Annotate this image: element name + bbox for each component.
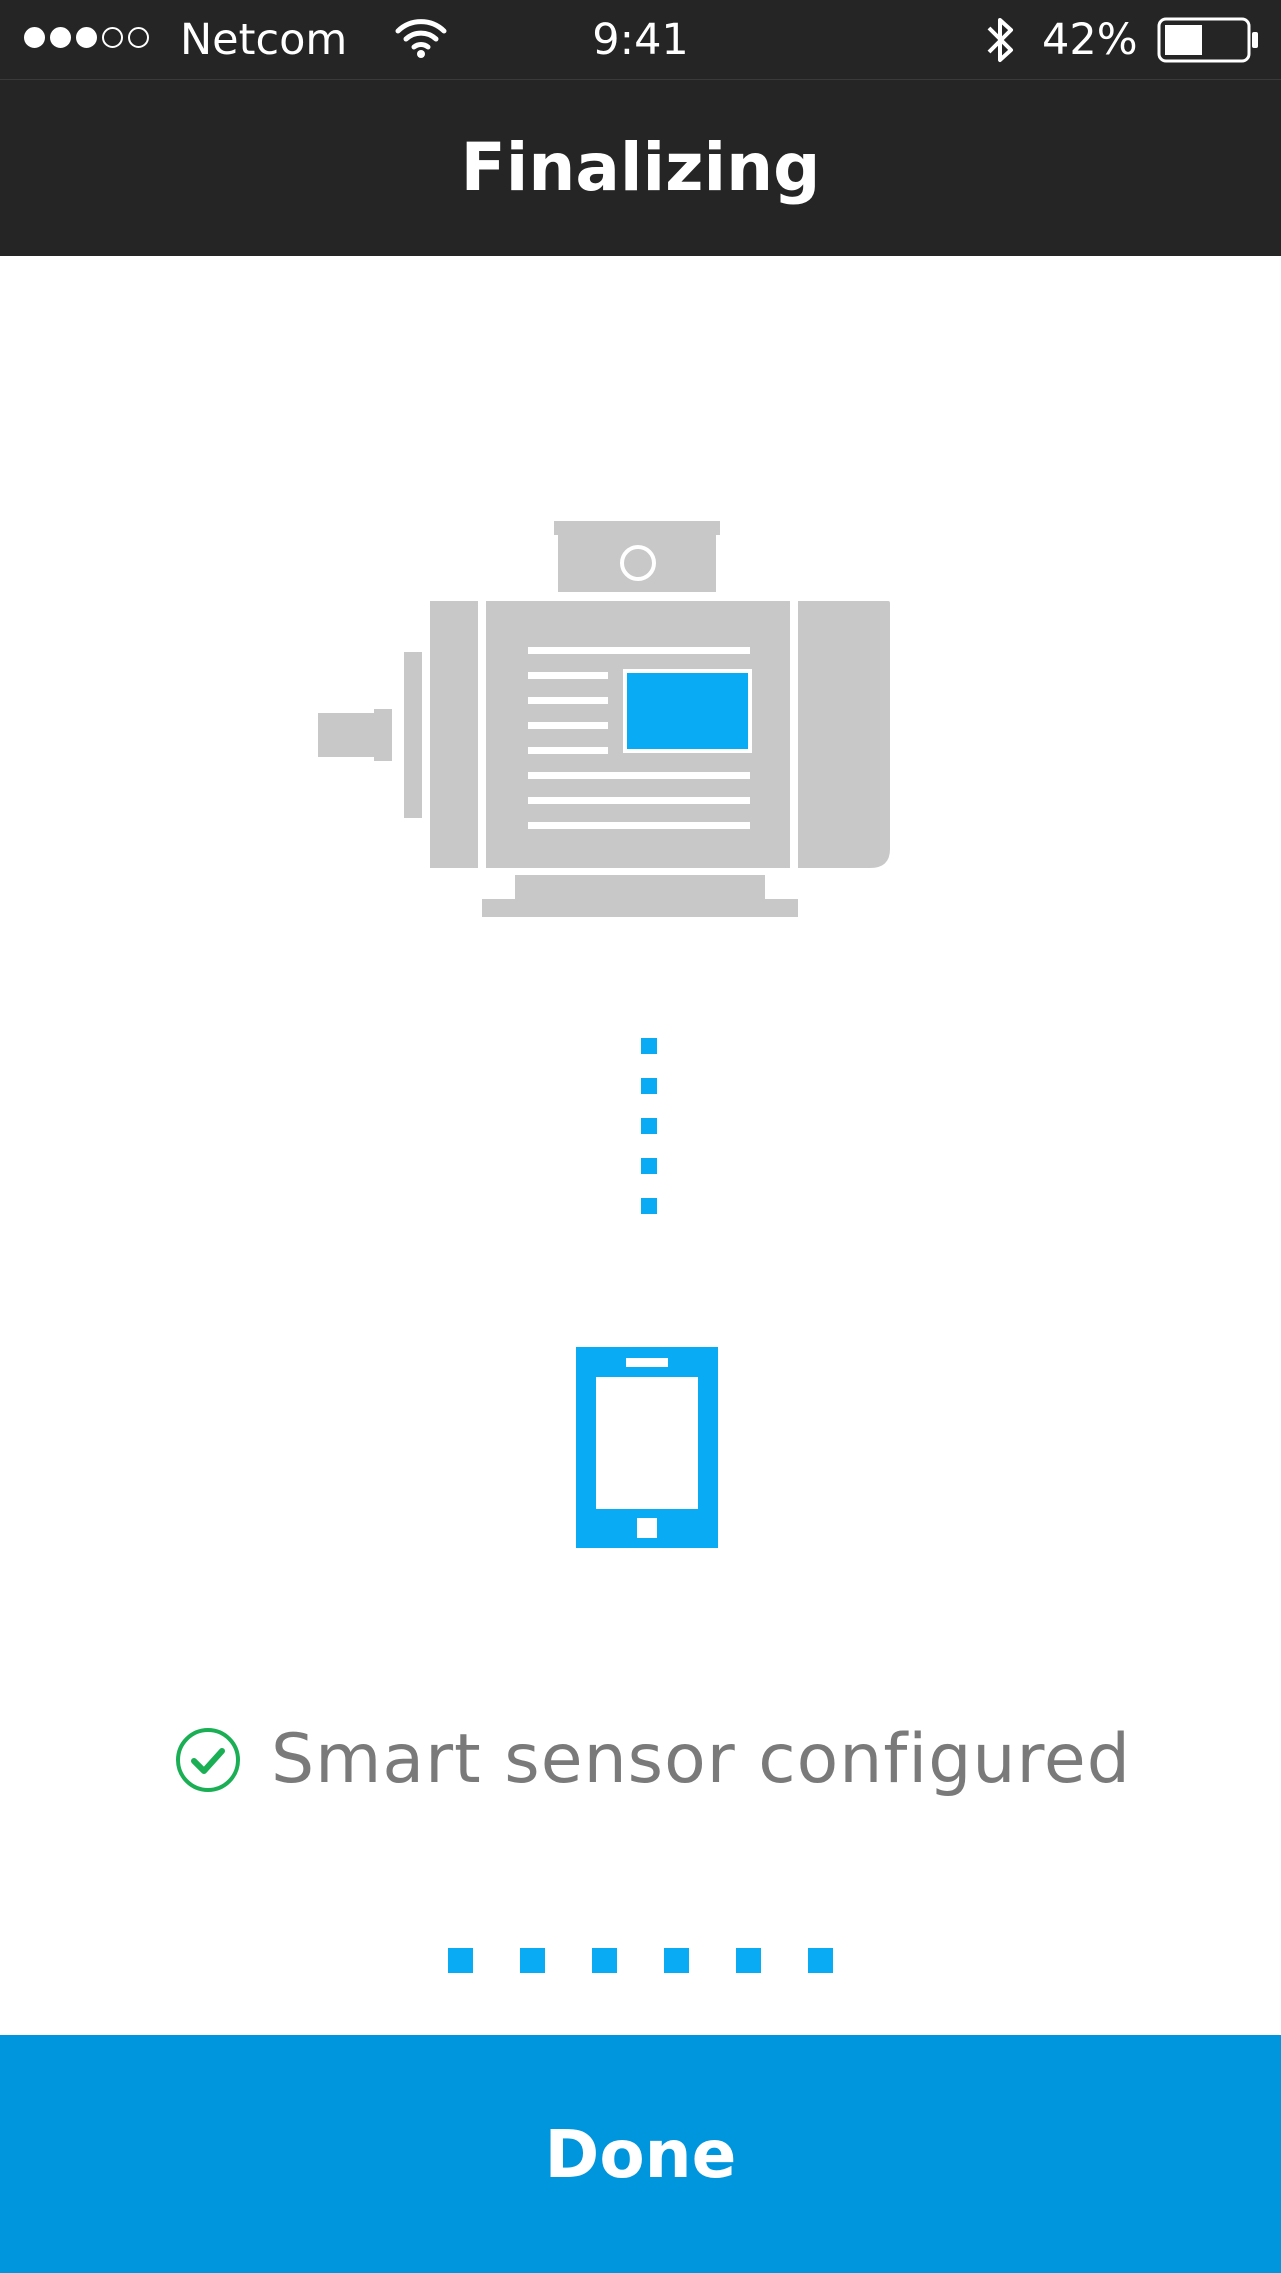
page-title: Finalizing [460, 129, 821, 206]
check-circle-icon [176, 1728, 240, 1792]
connection-dot [641, 1118, 657, 1134]
navigation-bar: Finalizing [0, 80, 1281, 256]
battery-icon [1157, 17, 1258, 63]
progress-dot [664, 1948, 689, 1973]
progress-dot [520, 1948, 545, 1973]
progress-dot [448, 1948, 473, 1973]
battery-percent: 42% [1042, 15, 1138, 65]
connection-dot [641, 1158, 657, 1174]
bluetooth-icon [987, 18, 1013, 62]
status-bar: Netcom 9:41 42% [0, 0, 1281, 80]
connection-dot [641, 1038, 657, 1054]
electric-motor-icon [318, 521, 890, 917]
status-text: Smart sensor configured [271, 1720, 1131, 1799]
progress-dot [592, 1948, 617, 1973]
connection-dots [641, 1038, 657, 1238]
connection-dot [641, 1198, 657, 1214]
smartphone-icon [576, 1347, 718, 1548]
progress-indicator [448, 1948, 833, 1973]
status-message: Smart sensor configured [175, 1720, 1131, 1800]
connection-dot [641, 1078, 657, 1094]
progress-dot [808, 1948, 833, 1973]
progress-dot [736, 1948, 761, 1973]
done-button[interactable]: Done [0, 2035, 1281, 2273]
